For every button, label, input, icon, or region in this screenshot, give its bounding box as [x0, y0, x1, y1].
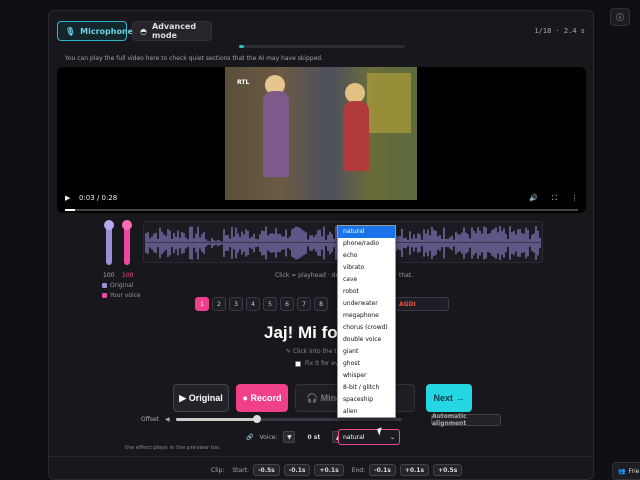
microphone-mode-button[interactable]: 🎙 Microphone [57, 21, 133, 41]
microphone-icon: 🎙 [65, 26, 76, 36]
voice-effect-option[interactable]: ghost [338, 358, 395, 370]
voice-effect-dropdown[interactable]: natural phone/radio echo vibrato cave robot un… [337, 225, 396, 418]
info-icon[interactable]: ⓘ [610, 8, 630, 26]
voice-effect-option[interactable]: alien [338, 406, 395, 418]
fragment-select[interactable]: AGDI [395, 297, 449, 311]
headphones-icon: 🎧 [306, 392, 321, 403]
voice-effect-option[interactable]: echo [338, 250, 395, 262]
clip-start-adjust-button[interactable]: +0.1s [314, 464, 344, 476]
original-volume-slider[interactable] [104, 220, 114, 265]
offset-slider[interactable] [175, 415, 402, 423]
clip-start-label: Start: [232, 466, 250, 474]
voice-volume-value: 100 [122, 272, 134, 279]
voice-label: Voice: [259, 433, 278, 441]
volume-icon[interactable]: 🔊 [529, 194, 538, 203]
voice-effect-option[interactable]: natural [338, 226, 395, 238]
main-panel: 🎙 Microphone ◓ Advanced mode 1/18 · 2.4 … [48, 10, 594, 480]
voice-effect-option[interactable]: chorus (crowd) [338, 322, 395, 334]
video-time: 0:03 / 0:28 [79, 194, 118, 202]
voice-effect-option[interactable]: phone/radio [338, 238, 395, 250]
voice-effect-option[interactable]: giant [338, 346, 395, 358]
offset-label: Offset [141, 416, 160, 423]
clip-label: Clip: [211, 466, 225, 474]
legend-voice: Your voice [102, 292, 141, 299]
waveform-hint-tail: that. [399, 272, 414, 279]
voice-effect-option[interactable]: underwater [338, 298, 395, 310]
segment-pagination: 12345678 [195, 297, 328, 311]
pitch-down-button[interactable]: ▼ [283, 431, 296, 443]
friends-button[interactable]: 👥 Frie [612, 462, 640, 480]
offset-left-arrow-icon[interactable]: ◀ [165, 416, 170, 423]
clip-end-adjust-button[interactable]: +0.5s [433, 464, 463, 476]
more-options-icon[interactable]: ⋮ [571, 194, 578, 203]
voice-effect-option[interactable]: 8-bit / glitch [338, 382, 395, 394]
people-icon: 👥 [618, 467, 626, 475]
offset-row: Offset ◀ ▶ ↺ [141, 415, 479, 423]
clip-end-label: End: [351, 466, 366, 474]
pitch-value: 0 st [307, 433, 321, 441]
clip-end-adjust-button[interactable]: +0.1s [399, 464, 430, 476]
record-button[interactable]: ● Record [236, 384, 288, 412]
page-button[interactable]: 3 [229, 297, 243, 311]
voice-effect-option[interactable]: robot [338, 286, 395, 298]
channel-logo: RTL [237, 79, 250, 86]
page-button[interactable]: 2 [212, 297, 226, 311]
clip-end-adjust-button[interactable]: -0.1s [369, 464, 396, 476]
voice-link-icon: 🔗 [246, 433, 254, 441]
video-scrubber-fill [65, 209, 76, 211]
clip-start-adjust-button[interactable]: -0.1s [283, 464, 311, 476]
waveform-hint: Click = playhead · drag [275, 272, 346, 279]
chevron-down-icon: ⌄ [389, 433, 395, 441]
voice-effect-option[interactable]: whisper [338, 370, 395, 382]
video-frame: RTL [225, 67, 417, 200]
page-button[interactable]: 6 [280, 297, 294, 311]
page-button[interactable]: 1 [195, 297, 209, 311]
session-progress-fill [239, 45, 244, 48]
play-icon[interactable]: ▶ [65, 194, 75, 202]
advanced-mode-button[interactable]: ◓ Advanced mode [132, 21, 212, 41]
fix-checkbox[interactable] [295, 360, 301, 367]
legend-original: Original [102, 282, 133, 289]
video-controls: ▶ 0:03 / 0:28 🔊 ⛶ ⋮ [65, 189, 578, 207]
divider [49, 456, 593, 457]
video-scrubber[interactable] [65, 209, 578, 211]
next-button[interactable]: Next → [426, 384, 472, 412]
segment-counter: 1/18 · 2.4 s [534, 27, 585, 35]
advanced-mode-label: Advanced mode [151, 22, 197, 40]
page-button[interactable]: 8 [314, 297, 328, 311]
voice-volume-slider[interactable] [122, 220, 132, 265]
voice-effect-select[interactable]: natural ⌄ [338, 429, 400, 445]
original-volume-value: 100 [103, 272, 115, 279]
voice-effect-option[interactable]: megaphone [338, 310, 395, 322]
automatic-alignment-button[interactable]: Automatic alignment [431, 413, 501, 427]
voice-effect-option[interactable]: cave [338, 274, 395, 286]
page-button[interactable]: 5 [263, 297, 277, 311]
microphone-mode-label: Microphone [80, 26, 134, 36]
video-hint: You can play the full video here to chec… [65, 55, 323, 62]
voice-row: 🔗 Voice: ▼ 0 st ▲ [246, 431, 345, 443]
voice-effect-option[interactable]: double voice [338, 334, 395, 346]
preview-note: the effect plays in the preview too [125, 445, 220, 451]
page-button[interactable]: 4 [246, 297, 260, 311]
voice-effect-option[interactable]: vibrato [338, 262, 395, 274]
video-player[interactable]: RTL ▶ 0:03 / 0:28 🔊 ⛶ ⋮ [57, 67, 586, 213]
page-button[interactable]: 7 [297, 297, 311, 311]
clip-start-adjust-button[interactable]: -0.5s [253, 464, 280, 476]
advanced-mode-icon: ◓ [140, 26, 147, 36]
clip-row: Clip: Start: -0.5s -0.1s +0.1s End: -0.1s +… [211, 464, 463, 476]
fullscreen-icon[interactable]: ⛶ [552, 194, 557, 203]
play-original-button[interactable]: ▶ Original [173, 384, 229, 412]
offset-knob[interactable] [253, 415, 262, 423]
session-progress-bar [239, 45, 405, 48]
voice-effect-option[interactable]: spaceship [338, 394, 395, 406]
